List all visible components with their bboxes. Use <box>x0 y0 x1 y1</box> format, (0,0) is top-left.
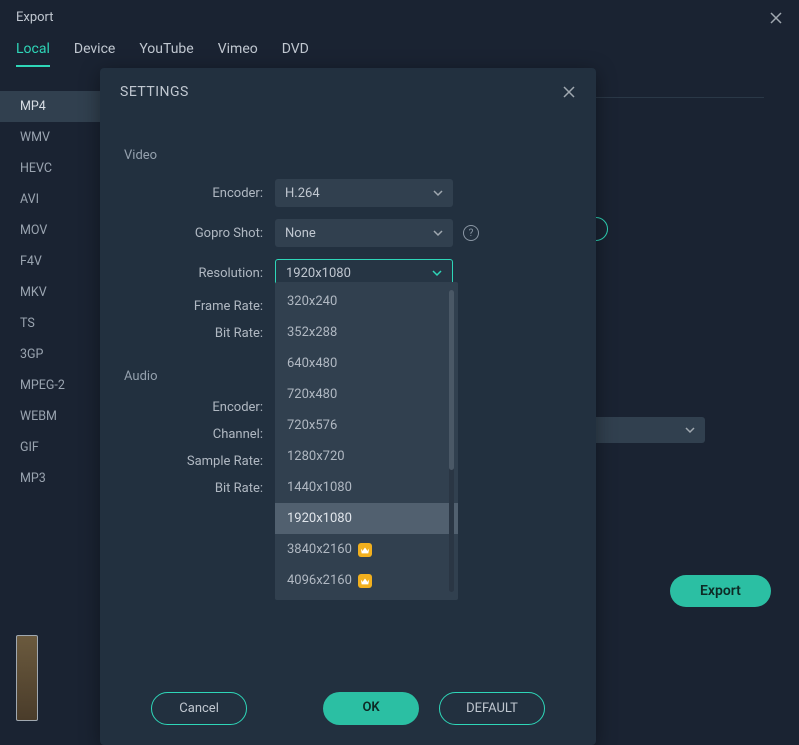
sidebar-item-f4v[interactable]: F4V <box>0 246 100 277</box>
modal-close-icon[interactable] <box>562 85 576 99</box>
sidebar-item-mp4[interactable]: MP4 <box>0 91 100 122</box>
sidebar-item-webm[interactable]: WEBM <box>0 401 100 432</box>
scrollbar-thumb[interactable] <box>449 290 454 470</box>
resolution-option[interactable]: 3840x2160 <box>275 534 458 565</box>
video-encoder-value: H.264 <box>285 186 320 201</box>
chevron-down-icon <box>433 228 443 238</box>
video-encoder-select[interactable]: H.264 <box>275 179 453 207</box>
format-sidebar: MP4 WMV HEVC AVI MOV F4V MKV TS 3GP MPEG… <box>0 67 100 732</box>
crown-icon <box>358 574 372 588</box>
resolution-option[interactable]: 1280x720 <box>275 441 458 472</box>
tab-device[interactable]: Device <box>74 41 115 67</box>
resolution-option[interactable]: 1920x1080 <box>275 503 458 534</box>
resolution-option[interactable]: 352x288 <box>275 317 458 348</box>
settings-modal: SETTINGS Video Encoder: H.264 Gopro Shot… <box>100 68 596 745</box>
samplerate-label: Sample Rate: <box>120 454 275 469</box>
tab-youtube[interactable]: YouTube <box>139 41 193 67</box>
sidebar-item-avi[interactable]: AVI <box>0 184 100 215</box>
sidebar-item-mp3[interactable]: MP3 <box>0 463 100 494</box>
tab-local[interactable]: Local <box>16 41 50 67</box>
resolution-option[interactable]: 720x480 <box>275 379 458 410</box>
resolution-option[interactable]: 4096x2160 <box>275 565 458 596</box>
resolution-label: Resolution: <box>120 266 275 281</box>
tab-vimeo[interactable]: Vimeo <box>218 41 258 67</box>
export-tabs: Local Device YouTube Vimeo DVD <box>0 33 799 67</box>
tab-dvd[interactable]: DVD <box>282 41 309 67</box>
audio-bitrate-label: Bit Rate: <box>120 481 275 496</box>
audio-encoder-label: Encoder: <box>120 400 275 415</box>
resolution-option[interactable]: 1440x1080 <box>275 472 458 503</box>
close-icon[interactable] <box>769 11 783 25</box>
resolution-option[interactable]: 720x576 <box>275 410 458 441</box>
chevron-down-icon <box>433 188 443 198</box>
sidebar-item-mov[interactable]: MOV <box>0 215 100 246</box>
video-section-label: Video <box>124 148 576 163</box>
gopro-select[interactable]: None <box>275 219 453 247</box>
help-icon[interactable]: ? <box>463 225 479 241</box>
sidebar-item-hevc[interactable]: HEVC <box>0 153 100 184</box>
crown-icon <box>358 543 372 557</box>
framerate-label: Frame Rate: <box>120 299 275 314</box>
encoder-label: Encoder: <box>120 186 275 201</box>
preview-thumbnail <box>16 635 38 721</box>
sidebar-item-gif[interactable]: GIF <box>0 432 100 463</box>
sidebar-item-mkv[interactable]: MKV <box>0 277 100 308</box>
window-title: Export <box>16 10 54 25</box>
channel-label: Channel: <box>120 427 275 442</box>
ok-button[interactable]: OK <box>323 692 419 725</box>
chevron-down-icon <box>685 425 695 435</box>
sidebar-item-mpeg2[interactable]: MPEG-2 <box>0 370 100 401</box>
resolution-dropdown: 320x240 352x288 640x480 720x480 720x576 … <box>275 282 458 600</box>
chevron-down-icon <box>432 268 442 278</box>
video-bitrate-label: Bit Rate: <box>120 326 275 341</box>
modal-title: SETTINGS <box>120 84 189 100</box>
sidebar-item-3gp[interactable]: 3GP <box>0 339 100 370</box>
resolution-option[interactable]: 640x480 <box>275 348 458 379</box>
resolution-value: 1920x1080 <box>286 266 351 281</box>
default-button[interactable]: DEFAULT <box>439 692 545 725</box>
resolution-option[interactable]: 320x240 <box>275 286 458 317</box>
sidebar-item-wmv[interactable]: WMV <box>0 122 100 153</box>
cancel-button[interactable]: Cancel <box>151 692 247 725</box>
export-button[interactable]: Export <box>670 575 771 607</box>
gopro-label: Gopro Shot: <box>120 226 275 241</box>
gopro-value: None <box>285 226 316 241</box>
sidebar-item-ts[interactable]: TS <box>0 308 100 339</box>
